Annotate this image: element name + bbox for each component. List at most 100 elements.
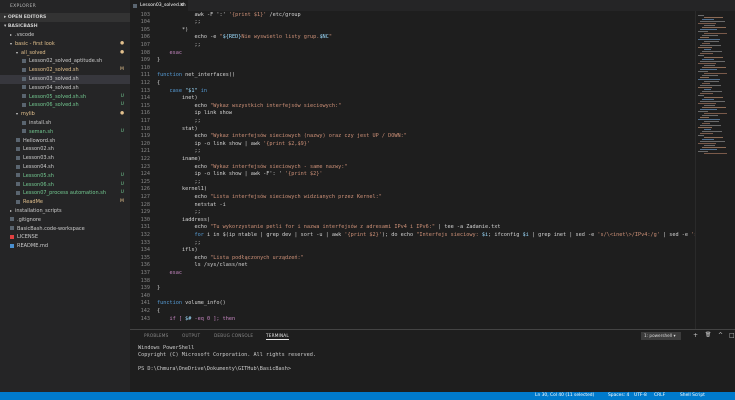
file-item[interactable]: Lesson04.sh [0, 163, 130, 172]
minimap-line [698, 95, 704, 96]
file-item[interactable]: Lesson02_solved_aptitude.sh [0, 57, 130, 66]
minimap[interactable] [695, 11, 735, 329]
file-item[interactable]: Lesson03_solved.sh [0, 75, 130, 84]
file-item[interactable]: Lesson06.sh U [0, 181, 130, 190]
tab-problems[interactable]: PROBLEMS [144, 333, 168, 338]
terminal-line: Windows PowerShell [138, 345, 195, 351]
file-icon [22, 85, 26, 90]
code-token: volume_info() [182, 300, 226, 307]
code-token: inet) [157, 95, 198, 102]
trash-icon[interactable]: 🗑 [705, 332, 711, 338]
code-token: echo [157, 254, 211, 261]
tab-output[interactable]: OUTPUT [182, 333, 200, 338]
file-icon [22, 67, 26, 72]
line-number: 115 [140, 102, 150, 109]
line-number: 133 [140, 239, 150, 246]
git-status-badge: ● [119, 111, 124, 117]
minimap-line [698, 39, 720, 40]
file-item[interactable]: Lesson06_solved.sh U [0, 101, 130, 110]
tree-item-label: Lesson02_solved_aptitude.sh [29, 58, 103, 65]
code-text: echo "Wykaz interfejsów sieciowych - sam… [157, 163, 347, 172]
terminal-prompt[interactable]: PS D:\Chmura\OneDrive\Dokumenty\GITHub\B… [138, 366, 291, 372]
code-text: echo "Tu wykorzystanie petli for i nazwa… [157, 224, 500, 232]
code-token: stat) [157, 125, 198, 132]
file-item[interactable]: Lesson03.sh [0, 154, 130, 163]
tree-item-label: Lesson06.sh [23, 181, 54, 188]
line-ending[interactable]: CRLF [654, 392, 665, 400]
minimap-line [704, 137, 723, 138]
minimap-line [700, 21, 725, 22]
code-text: ifls) [157, 247, 198, 255]
minimap-line [702, 107, 726, 108]
git-status-badge: M [120, 199, 124, 205]
minimap-line [704, 113, 727, 114]
split-icon[interactable]: □ [729, 332, 735, 339]
maximize-panel-icon[interactable]: ^ [718, 332, 723, 339]
language-mode[interactable]: Shell Script [680, 392, 705, 400]
workspace-root-section[interactable]: ▾ BASICBASH [0, 22, 130, 31]
minimap-line [698, 127, 712, 128]
file-item[interactable]: ReadMe M [0, 198, 130, 207]
code-line: 137 esac [130, 270, 695, 278]
encoding[interactable]: UTF-8 [634, 392, 647, 400]
file-item[interactable]: seman.sh U [0, 128, 130, 137]
minimap-line [700, 141, 725, 142]
terminal-select[interactable]: 1: powershell ▾ [641, 332, 681, 340]
code-line: 138 [130, 278, 695, 286]
file-item[interactable]: Lesson02.sh [0, 145, 130, 154]
open-editors-section[interactable]: ▸ OPEN EDITORS [0, 13, 130, 22]
minimap-line [700, 85, 721, 86]
tree-item-label: Lesson05.sh [23, 172, 54, 179]
file-item[interactable]: Lesson05.sh U [0, 172, 130, 181]
code-token: in [197, 87, 207, 94]
code-text: ;; [157, 148, 200, 156]
minimap-line [704, 121, 719, 122]
code-token: "Lista podłączonych urządzeń:" [210, 254, 304, 261]
minimap-line [698, 79, 720, 80]
folder-item[interactable]: ▸ installation_scripts [0, 207, 130, 216]
code-text: echo "Wykaz wszystkich interfejsów sieci… [157, 103, 341, 111]
file-item[interactable]: Lesson02_solved.sh M [0, 66, 130, 75]
tab-terminal[interactable]: TERMINAL [266, 333, 289, 340]
minimap-line [700, 101, 725, 102]
tree-item-label: Lesson04_solved.sh [29, 84, 79, 91]
file-item[interactable]: BasicBash.code-workspace [0, 225, 130, 234]
code-token: case [157, 87, 186, 94]
cursor-position[interactable]: Ln 30, Col 40 (11 selected) [535, 392, 594, 400]
file-item[interactable]: Helloword.sh [0, 137, 130, 146]
folder-item[interactable]: ▾ mylib ● [0, 110, 130, 119]
line-number: 116 [140, 110, 150, 117]
tree-item-label: basic - first look [15, 40, 55, 47]
file-item[interactable]: .gitignore [0, 216, 130, 225]
code-token: echo [157, 163, 211, 170]
code-text: echo -e " ${RED}Nie wyswietlo listy grup.… [157, 34, 331, 42]
folder-item[interactable]: ▸ .vscode [0, 31, 130, 40]
line-number: 130 [140, 216, 150, 223]
code-token: } [157, 285, 161, 292]
minimap-line [700, 77, 709, 78]
file-item[interactable]: LICENSE [0, 233, 130, 242]
tab-debug-console[interactable]: DEBUG CONSOLE [214, 333, 253, 338]
indentation[interactable]: Spaces: 4 [608, 392, 629, 400]
folder-item[interactable]: ▾ basic - first look ● [0, 40, 130, 49]
code-editor[interactable]: 102 echo -e "${RED}Nie wyswietla grup.${… [130, 11, 695, 329]
code-text: ;; [157, 240, 200, 248]
minimap-line [704, 25, 715, 26]
tab-lesson03-solved[interactable]: Lesson03_solved.sh × [130, 0, 188, 11]
file-item[interactable]: Lesson05_solved.sh.sh U [0, 93, 130, 102]
code-token: netstat -i [157, 201, 226, 208]
file-item[interactable]: Lesson04_solved.sh [0, 84, 130, 93]
code-token: ;; [157, 209, 201, 216]
line-number: 124 [140, 171, 150, 178]
folder-item[interactable]: ▾ all_solved ● [0, 49, 130, 58]
code-token: kernel1) [157, 186, 207, 193]
tree-item-label: Helloword.sh [23, 137, 56, 144]
close-icon[interactable]: × [180, 0, 184, 11]
line-number: 110 [140, 64, 150, 71]
code-token: "Wykaz interfejsów sieciowych (nazwy) or… [210, 133, 407, 140]
file-item[interactable]: README.md [0, 242, 130, 251]
add-terminal-icon[interactable]: + [693, 332, 698, 339]
file-item[interactable]: install.sh [0, 119, 130, 128]
file-item[interactable]: Lesson07_process automation.sh U [0, 189, 130, 198]
line-number: 139 [140, 285, 150, 292]
